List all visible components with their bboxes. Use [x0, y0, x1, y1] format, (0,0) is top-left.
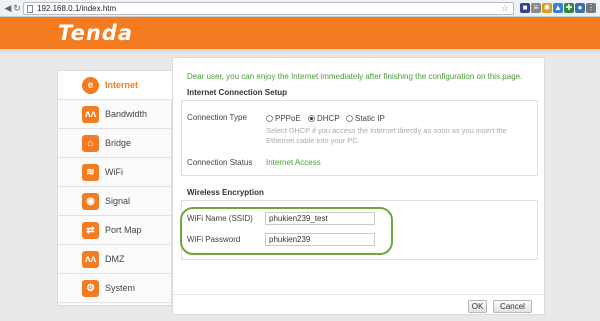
page-icon	[27, 5, 33, 13]
sidebar-item-label: Signal	[105, 196, 131, 206]
url-text: 192.168.0.1/index.htm	[37, 4, 117, 13]
connection-status-label: Connection Status	[187, 158, 253, 167]
sidebar-item-internet[interactable]: e Internet	[58, 71, 173, 100]
radio-dhcp-label: DHCP	[317, 114, 340, 123]
signal-icon: ◉	[82, 193, 99, 210]
extension-icon-3[interactable]: ✱	[542, 3, 552, 13]
radio-dhcp-dot[interactable]	[308, 115, 315, 122]
wifi-icon: ≋	[82, 164, 99, 181]
connection-status-value: Internet Access	[266, 158, 321, 167]
sidebar-item-label: DMZ	[105, 254, 125, 264]
dhcp-hint: Select DHCP if you access the Internet d…	[266, 126, 507, 145]
extension-icon-5[interactable]: ✚	[564, 3, 574, 13]
bookmark-star-icon[interactable]: ☆	[501, 3, 509, 14]
sidebar-item-bandwidth[interactable]: ʌʌ Bandwidth	[58, 100, 171, 129]
sidebar-item-label: Bandwidth	[105, 109, 148, 119]
sidebar-item-port-map[interactable]: ⇄ Port Map	[58, 216, 171, 245]
ok-button[interactable]: OK	[468, 300, 487, 313]
tenda-logo: Tenda	[58, 21, 134, 45]
wifi-name-label: WiFi Name (SSID)	[187, 214, 253, 223]
wifi-password-input[interactable]	[265, 233, 375, 246]
connection-type-label: Connection Type	[187, 113, 247, 122]
extension-icon-7[interactable]: ⋮	[586, 3, 596, 13]
extension-icon-4[interactable]: ▲	[553, 3, 563, 13]
cancel-button[interactable]: Cancel	[493, 300, 532, 313]
wifi-password-label: WiFi Password	[187, 235, 241, 244]
sidebar-item-signal[interactable]: ◉ Signal	[58, 187, 171, 216]
refresh-icon[interactable]: ↻	[12, 3, 22, 13]
sidebar-item-bridge[interactable]: ⌂ Bridge	[58, 129, 171, 158]
wireless-section-title: Wireless Encryption	[187, 188, 264, 197]
extension-icon-2[interactable]: ≡	[531, 3, 541, 13]
internet-icon: e	[82, 77, 99, 94]
sidebar-item-wifi[interactable]: ≋ WiFi	[58, 158, 171, 187]
address-bar[interactable]: 192.168.0.1/index.htm ☆	[23, 2, 514, 15]
extension-icon-6[interactable]: ●	[575, 3, 585, 13]
wifi-name-input[interactable]	[265, 212, 375, 225]
sidebar-item-system[interactable]: ⚙ System	[58, 274, 171, 303]
bandwidth-icon: ʌʌ	[82, 106, 99, 123]
internet-section-title: Internet Connection Setup	[187, 88, 287, 97]
radio-static-ip-dot[interactable]	[346, 115, 353, 122]
sidebar-item-label: Port Map	[105, 225, 142, 235]
sidebar-item-dmz[interactable]: ʌʌ DMZ	[58, 245, 171, 274]
sidebar-item-label: WiFi	[105, 167, 123, 177]
main-panel: Dear user, you can enjoy the Internet im…	[172, 57, 545, 315]
browser-toolbar: ◀ ↻ 192.168.0.1/index.htm ☆ ■ ≡ ✱ ▲ ✚ ● ⋮	[0, 0, 600, 17]
radio-static-ip-label: Static IP	[355, 114, 385, 123]
port-map-icon: ⇄	[82, 222, 99, 239]
header-shadow	[0, 49, 600, 55]
footer-divider	[173, 294, 544, 295]
sidebar-item-label: System	[105, 283, 136, 293]
bridge-icon: ⌂	[82, 135, 99, 152]
sidebar-item-label: Internet	[105, 80, 139, 90]
app-header: Tenda	[0, 17, 600, 49]
extension-icon-1[interactable]: ■	[520, 3, 530, 13]
dmz-icon: ʌʌ	[82, 251, 99, 268]
radio-pppoe-label: PPPoE	[275, 114, 301, 123]
sidebar: e Internet ʌʌ Bandwidth ⌂ Bridge ≋ WiFi ◉ Signal ⇄…	[57, 70, 173, 306]
radio-pppoe-dot[interactable]	[266, 115, 273, 122]
sidebar-item-label: Bridge	[105, 138, 132, 148]
intro-text: Dear user, you can enjoy the Internet im…	[187, 72, 523, 81]
system-icon: ⚙	[82, 280, 99, 297]
